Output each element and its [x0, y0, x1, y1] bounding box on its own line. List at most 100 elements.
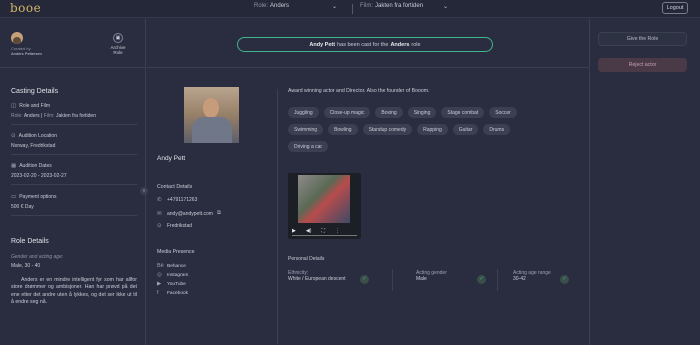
archive-role-label: Archive Role [110, 45, 126, 55]
instagram-icon: ◎ [157, 272, 162, 278]
check-icon: ✓ [560, 275, 569, 284]
skill-tag: Guitar [452, 124, 479, 135]
payment-value: 500 € Day [11, 204, 34, 210]
skill-tag: Bowling [328, 124, 358, 135]
play-icon[interactable]: ▶ [292, 228, 296, 234]
give-role-button[interactable]: Give the Role [598, 32, 687, 46]
logo: booe [10, 1, 42, 15]
logout-button[interactable]: Logout [662, 2, 688, 14]
column-divider [277, 89, 278, 344]
skill-tag: Stage combat [441, 107, 485, 118]
acting-age-value: 30-42 [513, 276, 526, 282]
media-presence-title: Media Presence [157, 249, 195, 255]
role-select-label: Role: [254, 3, 269, 9]
calendar-icon: ▦ [11, 163, 17, 169]
audition-location-label: Audition Location [18, 133, 57, 139]
video-frame [298, 175, 350, 223]
photo-body [192, 117, 232, 143]
divider [392, 269, 393, 291]
role-select[interactable]: Role: Anders [254, 3, 289, 9]
ethnicity-value: White / European descent [288, 276, 346, 282]
reject-actor-button[interactable]: Reject actor [598, 58, 687, 72]
skill-tag: Juggling [288, 107, 319, 118]
film-value: Jakten fra fortiden [55, 113, 96, 119]
payment-icon: ▭ [11, 194, 17, 200]
role-select-value: Anders [270, 3, 290, 9]
banner-role: Anders [390, 41, 410, 48]
phone-icon: ✆ [157, 197, 162, 203]
actor-profile: Andy Pett has been cast for the Anders r… [147, 19, 589, 345]
behance-label: Behance [167, 263, 186, 269]
skill-tag: Swimming [288, 124, 324, 135]
casting-sidebar: Created by Anders Pettersen ▣ Archive Ro… [0, 19, 146, 345]
gender-age-label: Gender and acting age: [11, 254, 63, 260]
photo-head [203, 98, 219, 118]
role-and-film-row: ◫ Role and Film [11, 103, 50, 109]
divider [11, 154, 137, 155]
header-divider [352, 4, 353, 14]
location-icon: ⊙ [11, 133, 16, 139]
email-value[interactable]: andy@andypett.com [167, 211, 213, 217]
skills-list: Juggling Close-up magic Boxing Singing S… [288, 107, 548, 152]
youtube-link[interactable]: ▶ YouTube [157, 281, 186, 287]
divider [147, 67, 589, 68]
more-icon[interactable]: ⋮ [335, 228, 340, 234]
volume-icon[interactable]: ◀) [306, 228, 312, 234]
audition-dates-row: ▦ Audition Dates [11, 163, 52, 169]
film-select-label: Film: [360, 3, 373, 9]
mail-icon: ✉ [157, 210, 162, 217]
behance-link[interactable]: Bē Behance [157, 263, 186, 269]
video-progress-bar[interactable] [292, 235, 357, 236]
banner-middle: has been cast for the [337, 41, 389, 48]
phone-value[interactable]: +4791171263 [167, 197, 197, 203]
facebook-label: Facebook [167, 290, 189, 296]
acting-gender: Acting gender Male [416, 270, 447, 282]
audition-dates-value: 2023-02-20 - 2023-02-27 [11, 173, 67, 179]
banner-actor: Andy Pett [309, 41, 336, 48]
actor-bio: Award winning actor and Director. Also t… [288, 88, 430, 94]
instagram-link[interactable]: ◎ Instagram [157, 272, 188, 278]
banner-suffix: role [411, 41, 421, 48]
payment-label: Payment options [19, 194, 57, 200]
payment-row: ▭ Payment options [11, 194, 56, 200]
audition-dates-label: Audition Dates [19, 163, 52, 169]
created-by: Created by Anders Pettersen [11, 46, 42, 56]
film-select[interactable]: Film: Jakten fra fortiden [360, 3, 423, 9]
film-chevron-icon[interactable]: ⌄ [443, 3, 448, 10]
role-prefix: Role: [11, 113, 23, 119]
copy-icon[interactable]: ⧉ [217, 210, 223, 217]
cast-status-banner: Andy Pett has been cast for the Anders r… [237, 37, 493, 52]
youtube-label: YouTube [167, 281, 186, 287]
skill-tag: Soccer [489, 107, 517, 118]
archive-role-button[interactable]: ▣ Archive Role [108, 33, 128, 55]
email-row: ✉ andy@andypett.com ⧉ [157, 210, 223, 217]
top-bar: booe Role: Anders ⌄ Film: Jakten fra for… [0, 0, 700, 18]
check-icon: ✓ [477, 275, 486, 284]
film-select-value: Jakten fra fortiden [375, 3, 424, 9]
facebook-icon: f [157, 290, 159, 296]
role-chevron-icon[interactable]: ⌄ [332, 3, 337, 10]
contact-details-title: Contact Details [157, 184, 193, 190]
ethnicity: Ethnicity: White / European descent [288, 270, 346, 282]
location-pin-icon: ⊙ [157, 223, 162, 229]
skill-tag: Boxing [375, 107, 403, 118]
skill-tag: Standup comedy [362, 124, 413, 135]
skill-tag: Driving a car [288, 141, 329, 152]
divider [11, 184, 137, 185]
youtube-icon: ▶ [157, 281, 162, 287]
archive-icon: ▣ [113, 33, 123, 43]
role-film-value: Role: Anders | Film: Jakten fra fortiden [11, 113, 96, 119]
casting-details-title: Casting Details [11, 88, 59, 95]
divider [11, 124, 137, 125]
divider [0, 67, 146, 68]
showreel-video[interactable]: ▶ ◀) ⛶ ⋮ [288, 173, 361, 239]
role-details-title: Role Details [11, 238, 49, 245]
acting-gender-value: Male [416, 276, 427, 282]
role-description: Anders er en mindre intelligent fyr som … [11, 277, 137, 306]
divider [11, 215, 137, 216]
facebook-link[interactable]: f Facebook [157, 290, 188, 296]
fullscreen-icon[interactable]: ⛶ [321, 228, 325, 234]
location-row: ⊙ Fredrikstad [157, 223, 192, 229]
location-value: Fredrikstad [167, 223, 193, 229]
skill-tag: Singing [407, 107, 437, 118]
